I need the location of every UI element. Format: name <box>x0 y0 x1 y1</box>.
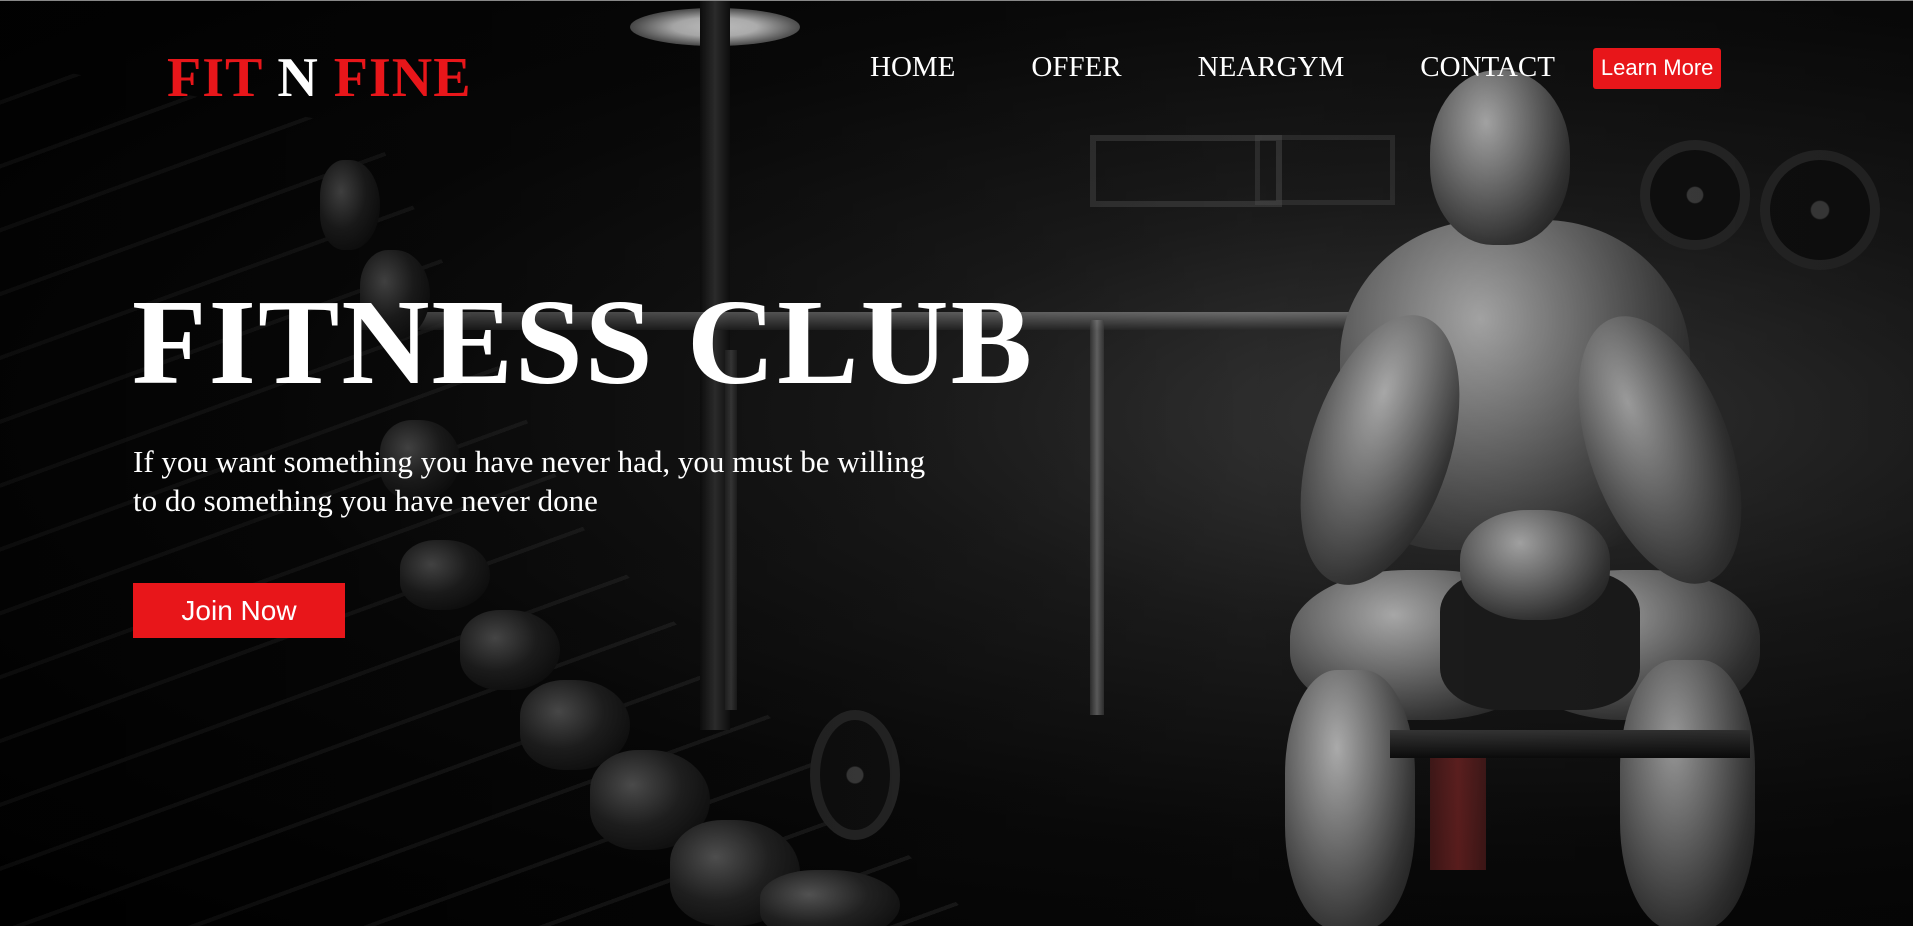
hero-title: FITNESS CLUB <box>132 275 1035 410</box>
logo-part-n: N <box>277 47 319 109</box>
hero-subtitle: If you want something you have never had… <box>133 442 1013 520</box>
logo-part-fine: FINE <box>333 47 472 109</box>
top-border <box>0 0 1913 1</box>
logo-part-fit: FIT <box>167 47 263 109</box>
learn-more-button[interactable]: Learn More <box>1592 48 1722 89</box>
nav-link-neargym[interactable]: NEARGYM <box>1198 51 1345 84</box>
landing-page: FIT N FINE HOME OFFER NEARGYM CONTACT Le… <box>0 0 1913 926</box>
hero-subtitle-line-2: to do something you have never done <box>133 483 598 518</box>
site-logo[interactable]: FIT N FINE <box>167 50 472 106</box>
hero-subtitle-line-1: If you want something you have never had… <box>133 444 926 479</box>
nav-link-contact[interactable]: CONTACT <box>1420 51 1555 84</box>
nav-link-home[interactable]: HOME <box>870 51 955 84</box>
nav-link-offer[interactable]: OFFER <box>1031 51 1121 84</box>
join-now-button[interactable]: Join Now <box>133 583 345 638</box>
main-nav: HOME OFFER NEARGYM CONTACT Learn More <box>870 46 1722 89</box>
